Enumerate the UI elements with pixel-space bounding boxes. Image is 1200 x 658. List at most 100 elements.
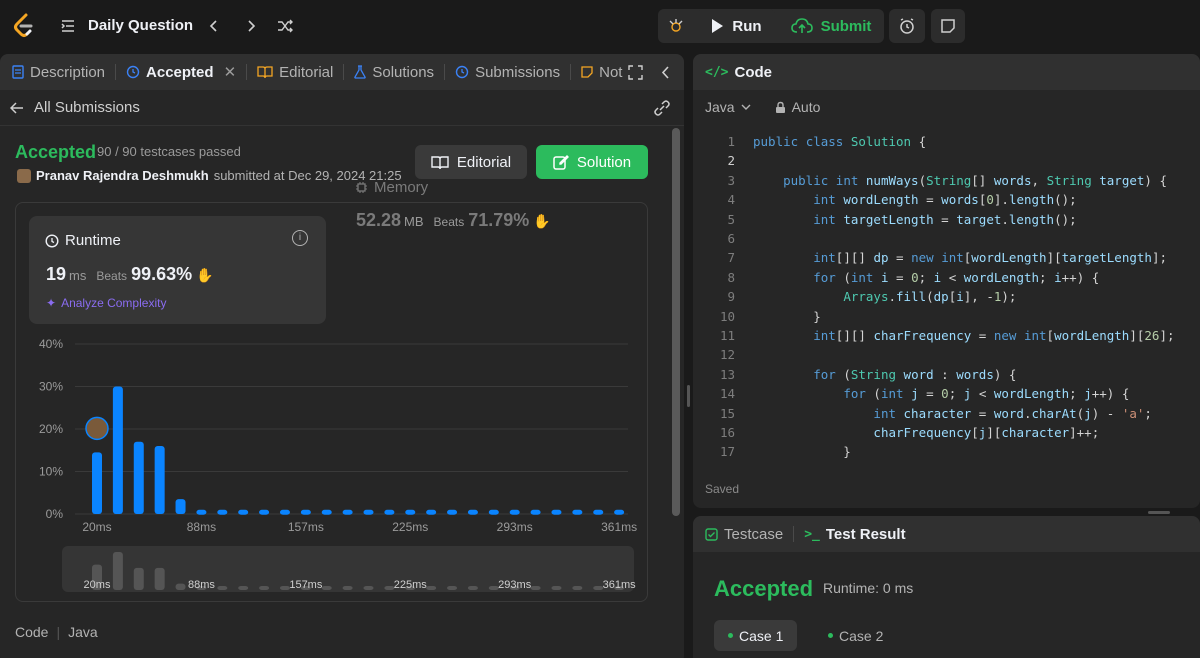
vertical-resize-handle[interactable] (687, 385, 690, 407)
line-number: 5 (727, 211, 735, 227)
bar (92, 452, 102, 514)
mini-bar (530, 586, 541, 590)
code-line-text: int targetLength = target.length(); (813, 211, 1077, 227)
editorial-button[interactable]: Editorial (415, 145, 527, 179)
mini-x-tick-label: 225ms (394, 579, 428, 591)
code-line[interactable]: 4 int wordLength = words[0].length(); (693, 190, 1200, 210)
code-line[interactable]: 9 Arrays.fill(dp[i], -1); (693, 287, 1200, 307)
tab-accepted-label: Accepted (146, 63, 214, 81)
code-line[interactable]: 7 int[][] dp = new int[wordLength][targe… (693, 248, 1200, 268)
leetcode-logo-icon[interactable] (10, 12, 38, 40)
info-icon[interactable]: i (292, 230, 308, 246)
tab-notes[interactable]: Not (571, 54, 632, 90)
collapse-panel-icon[interactable] (660, 65, 672, 80)
maximize-icon[interactable] (628, 65, 643, 80)
memory-header[interactable]: Memory (355, 179, 428, 196)
tab-editorial[interactable]: Editorial (247, 54, 343, 90)
submit-button[interactable]: Submit (779, 9, 883, 43)
code-line-text: int character = word.charAt(j) - 'a'; (873, 405, 1152, 421)
code-line[interactable]: 8 for (int i = 0; i < wordLength; i++) { (693, 268, 1200, 288)
bar (300, 509, 311, 515)
top-bar: Daily Question Run Submit (0, 0, 1200, 52)
runtime-value: 19 (46, 264, 67, 284)
mini-bar (572, 586, 583, 590)
clap-icon: ✋ (533, 213, 551, 229)
case-2-tab[interactable]: Case 2 (814, 620, 897, 651)
shuffle-icon[interactable] (276, 17, 294, 35)
tab-solutions[interactable]: Solutions (344, 54, 444, 90)
notes-button[interactable] (931, 9, 965, 43)
daily-question-title[interactable]: Daily Question (88, 17, 193, 34)
submitter-name[interactable]: Pranav Rajendra Deshmukh (36, 168, 209, 183)
analyze-complexity-link[interactable]: ✦ Analyze Complexity (46, 296, 166, 310)
y-tick-label: 30% (39, 380, 63, 394)
pass-dot (828, 633, 833, 638)
auto-mode[interactable]: Auto (775, 99, 820, 115)
line-number: 4 (727, 192, 735, 208)
tab-testcase[interactable]: Testcase (693, 516, 793, 552)
code-line[interactable]: 6 (693, 229, 1200, 249)
code-line[interactable]: 13 for (String word : words) { (693, 365, 1200, 385)
case-1-tab[interactable]: Case 1 (714, 620, 798, 651)
book-icon (431, 155, 449, 169)
tab-solutions-label: Solutions (372, 63, 435, 81)
link-icon[interactable] (653, 100, 671, 116)
sparkle-icon: ✦ (46, 296, 57, 310)
bar (488, 509, 499, 515)
tab-accepted[interactable]: Accepted ✕ (116, 54, 246, 90)
line-number: 13 (719, 366, 735, 382)
mini-bar (342, 586, 353, 590)
memory-beats-label: Beats (433, 215, 465, 229)
back-to-all-submissions[interactable]: All Submissions (0, 99, 140, 116)
code-line[interactable]: 12 (693, 345, 1200, 365)
code-line[interactable]: 3 public int numWays(String[] words, Str… (693, 171, 1200, 191)
tab-test-result[interactable]: >_ Test Result (794, 516, 915, 552)
edit-icon (553, 155, 569, 170)
bar (405, 509, 416, 515)
all-submissions-label: All Submissions (34, 99, 140, 116)
line-number: 11 (719, 328, 735, 343)
code-line[interactable]: 16 charFrequency[j][character]++; (693, 423, 1200, 443)
tab-submissions[interactable]: Submissions (445, 54, 570, 90)
problem-list-icon[interactable] (60, 18, 76, 34)
y-tick-label: 10% (39, 465, 63, 479)
x-tick-label: 157ms (288, 520, 324, 534)
bar (551, 509, 562, 515)
x-tick-label: 361ms (601, 520, 637, 534)
flask-icon (354, 65, 367, 79)
result-status: Accepted (15, 142, 97, 162)
code-line[interactable]: 15 int character = word.charAt(j) - 'a'; (693, 404, 1200, 424)
line-number: 7 (727, 250, 735, 266)
line-number: 8 (727, 269, 735, 285)
code-line[interactable]: 10 } (693, 307, 1200, 327)
vertical-scrollbar[interactable] (672, 128, 680, 516)
bar (259, 509, 270, 515)
code-line[interactable]: 5 int targetLength = target.length(); (693, 210, 1200, 230)
prev-question-icon[interactable] (207, 18, 221, 34)
code-line[interactable]: 17 } (693, 442, 1200, 462)
memory-value-row: 52.28 MB Beats 71.79% ✋ (356, 210, 551, 231)
code-line[interactable]: 2 (693, 151, 1200, 171)
code-editor[interactable]: 1 public class Solution {2 3 public int nu… (693, 132, 1200, 472)
code-line[interactable]: 11 int[][] charFrequency = new int[wordL… (693, 326, 1200, 346)
tab-code[interactable]: </> Code (693, 54, 782, 90)
x-tick-label: 225ms (392, 520, 428, 534)
runtime-beats-label: Beats (96, 269, 128, 283)
mini-bar (217, 586, 228, 590)
debug-icon[interactable] (667, 17, 685, 35)
code-line[interactable]: 14 for (int j = 0; j < wordLength; j++) … (693, 384, 1200, 404)
next-question-icon[interactable] (244, 18, 258, 34)
run-button[interactable]: Run (697, 9, 775, 43)
testcases-passed: 90 / 90 testcases passed (97, 144, 241, 159)
close-tab-icon[interactable]: ✕ (224, 63, 237, 81)
note-icon (941, 19, 955, 33)
runtime-card[interactable]: Runtime i 19 ms Beats 99.63% ✋ ✦ Analyze… (29, 216, 326, 324)
avatar[interactable] (17, 168, 31, 183)
language-select[interactable]: Java (705, 99, 751, 115)
tab-description[interactable]: Description (0, 54, 115, 90)
solution-button[interactable]: Solution (536, 145, 648, 179)
bar (426, 509, 437, 515)
horizontal-resize-handle[interactable] (1148, 511, 1170, 514)
timer-button[interactable] (889, 9, 925, 43)
code-line[interactable]: 1 public class Solution { (693, 132, 1200, 152)
